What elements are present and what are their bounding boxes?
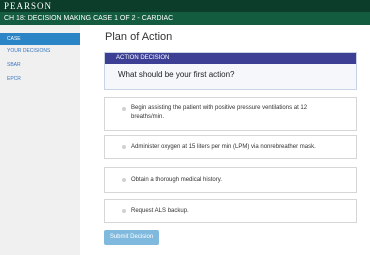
- sidebar-item-your-decisions[interactable]: YOUR DECISIONS: [0, 45, 80, 57]
- option-label: Request ALS backup.: [131, 208, 189, 214]
- option-label: Begin assisting the patient with positiv…: [131, 105, 308, 120]
- sidebar-item-sbar[interactable]: SBAR: [0, 59, 80, 71]
- option-1[interactable]: Begin assisting the patient with positiv…: [104, 97, 357, 131]
- question-card: ACTION DECISION What should be your firs…: [104, 52, 357, 90]
- page-title: Plan of Action: [105, 31, 173, 43]
- option-4[interactable]: Request ALS backup.: [104, 199, 357, 223]
- sidebar: CASE YOUR DECISIONS SBAR EPCR: [0, 25, 80, 255]
- option-label: Obtain a thorough medical history.: [131, 177, 222, 183]
- radio-button[interactable]: [122, 145, 126, 149]
- option-label: Administer oxygen at 15 liters per min (…: [131, 144, 316, 150]
- question-header: ACTION DECISION: [105, 53, 356, 64]
- course-title: CH 18: DECISION MAKING CASE 1 OF 2 - CAR…: [4, 15, 174, 22]
- radio-button[interactable]: [122, 178, 126, 182]
- question-text: What should be your first action?: [118, 70, 235, 79]
- option-2[interactable]: Administer oxygen at 15 liters per min (…: [104, 135, 357, 159]
- course-title-bar: CH 18: DECISION MAKING CASE 1 OF 2 - CAR…: [0, 12, 370, 25]
- radio-button[interactable]: [122, 209, 126, 213]
- brand-logo: PEARSON: [4, 1, 53, 11]
- main-content: Plan of Action ACTION DECISION What shou…: [80, 25, 370, 255]
- option-3[interactable]: Obtain a thorough medical history.: [104, 167, 357, 193]
- submit-decision-button[interactable]: Submit Decision: [104, 230, 159, 245]
- sidebar-item-case[interactable]: CASE: [0, 33, 80, 45]
- top-bar: PEARSON: [0, 0, 370, 12]
- radio-button[interactable]: [122, 107, 126, 111]
- sidebar-item-epcr[interactable]: EPCR: [0, 73, 80, 85]
